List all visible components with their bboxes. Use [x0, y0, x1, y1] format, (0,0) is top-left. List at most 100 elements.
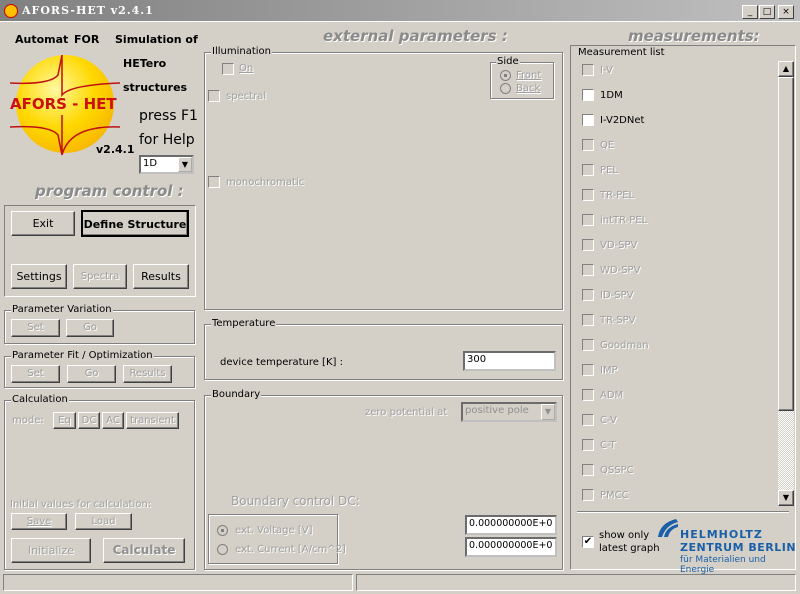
boundary-label: Boundary	[211, 389, 262, 400]
measurement-checkbox[interactable]	[582, 414, 594, 426]
back-label: Back	[516, 83, 541, 94]
settings-button[interactable]: Settings	[11, 264, 67, 289]
scroll-up-icon[interactable]: ▲	[778, 61, 794, 77]
help-text-2: for Help	[139, 132, 195, 148]
device-temperature-input[interactable]: 300	[463, 351, 556, 371]
measurement-checkbox[interactable]	[582, 364, 594, 376]
window-title: AFORS-HET v2.4.1	[22, 4, 154, 17]
measurement-label: I-V	[600, 65, 613, 76]
ext-current-input[interactable]: 0.000000000E+0	[465, 537, 557, 557]
measurement-label: WD-SPV	[600, 265, 641, 276]
ext-voltage-radio[interactable]	[217, 525, 228, 536]
measurements-header: measurements:	[628, 27, 760, 45]
measurement-checkbox[interactable]	[582, 464, 594, 476]
ext-voltage-label: ext. Voltage [V]	[235, 525, 313, 536]
side-label: Side	[496, 56, 520, 67]
variation-set-button[interactable]: Set	[11, 319, 60, 337]
measurement-checkbox[interactable]	[582, 139, 594, 151]
tagline-simulation: Simulation of	[115, 33, 198, 46]
parameter-fit-label: Parameter Fit / Optimization	[11, 350, 154, 361]
scrollbar-thumb[interactable]	[778, 77, 794, 411]
illumination-on-checkbox[interactable]	[222, 63, 234, 75]
measurement-checkbox[interactable]	[582, 64, 594, 76]
measurement-label: IMP	[600, 365, 618, 376]
program-control-header: program control :	[35, 182, 184, 200]
exit-button[interactable]: Exit	[11, 211, 75, 236]
chevron-down-icon[interactable]: ▼	[178, 157, 192, 172]
back-radio[interactable]	[500, 83, 511, 94]
measurement-checkbox[interactable]	[582, 189, 594, 201]
save-button[interactable]: Save	[11, 513, 67, 530]
measurement-checkbox[interactable]	[582, 114, 594, 126]
measurement-checkbox[interactable]	[582, 164, 594, 176]
mode-transient-button[interactable]: transient	[126, 412, 179, 429]
measurement-list-label: Measurement list	[578, 47, 665, 58]
show-only-label: show only	[599, 530, 650, 541]
measurement-label: QE	[600, 140, 615, 151]
measurement-checkbox[interactable]	[582, 89, 594, 101]
measurement-checkbox[interactable]	[582, 239, 594, 251]
close-button[interactable]: ×	[778, 5, 794, 19]
measurement-label: TR-SPV	[600, 315, 636, 326]
dimension-value: 1D	[143, 158, 158, 169]
measurement-label: C-T	[600, 440, 616, 451]
monochromatic-checkbox[interactable]	[208, 176, 220, 188]
illumination-on-label: On	[239, 63, 254, 74]
calculate-button[interactable]: Calculate	[103, 538, 185, 563]
status-bar-left	[3, 574, 353, 591]
zero-potential-label: zero potential at	[365, 407, 448, 418]
tagline-for: FOR	[74, 33, 100, 46]
latest-graph-label: latest graph	[599, 543, 660, 554]
spectra-button[interactable]: Spectra	[73, 264, 127, 289]
measurement-checkbox[interactable]	[582, 264, 594, 276]
spectral-checkbox[interactable]	[208, 90, 220, 102]
show-only-latest-checkbox[interactable]: ✔	[582, 536, 594, 548]
measurement-label: C-V	[600, 415, 617, 426]
fit-go-button[interactable]: Go	[67, 365, 116, 383]
calculation-label: Calculation	[11, 394, 69, 405]
title-bar: AFORS-HET v2.4.1 _ □ ×	[0, 0, 800, 22]
mode-ac-button[interactable]: AC	[102, 412, 124, 429]
measurement-label: ADM	[600, 390, 624, 401]
hzb-name-2: ZENTRUM BERLIN	[680, 541, 797, 554]
app-icon	[4, 4, 18, 18]
initialize-button[interactable]: Initialize	[11, 538, 91, 563]
load-button[interactable]: Load	[75, 513, 132, 530]
measurement-checkbox[interactable]	[582, 389, 594, 401]
measurement-label: 1DM	[600, 90, 623, 101]
front-radio[interactable]	[500, 70, 511, 81]
help-text-1: press F1	[139, 108, 198, 124]
measurement-scrollbar[interactable]: ▲ ▼	[778, 61, 794, 506]
initial-values-label: Initial values for calculation:	[10, 499, 152, 510]
measurement-label: QSSPC	[600, 465, 634, 476]
measurement-checkbox[interactable]	[582, 214, 594, 226]
zero-potential-select[interactable]: positive pole ▼	[461, 402, 557, 422]
measurement-label: Goodman	[600, 340, 649, 351]
measurement-checkbox[interactable]	[582, 439, 594, 451]
measurement-checkbox[interactable]	[582, 314, 594, 326]
mode-label: mode:	[12, 415, 44, 426]
results-button[interactable]: Results	[133, 264, 189, 289]
hzb-name-1: HELMHOLTZ	[680, 528, 763, 541]
mode-eq-button[interactable]: Eq	[53, 412, 76, 429]
ext-current-radio[interactable]	[217, 544, 228, 555]
mode-dc-button[interactable]: DC	[78, 412, 100, 429]
ext-current-label: ext. Current [A/cm^2]	[235, 544, 346, 555]
variation-go-button[interactable]: Go	[66, 319, 114, 337]
measurement-checkbox[interactable]	[582, 489, 594, 501]
fit-set-button[interactable]: Set	[11, 365, 60, 383]
fit-results-button[interactable]: Results	[123, 365, 172, 383]
ext-voltage-input[interactable]: 0.000000000E+0	[465, 515, 557, 535]
maximize-button[interactable]: □	[759, 5, 775, 19]
scroll-down-icon[interactable]: ▼	[778, 490, 794, 506]
measurement-label: ID-SPV	[600, 290, 634, 301]
illumination-label: Illumination	[211, 46, 272, 57]
measurement-label: intTR-PEL	[600, 215, 648, 226]
minimize-button[interactable]: _	[742, 5, 758, 19]
measurement-checkbox[interactable]	[582, 289, 594, 301]
chevron-down-icon[interactable]: ▼	[541, 404, 555, 420]
dimension-select[interactable]: 1D ▼	[139, 155, 194, 174]
define-structure-button[interactable]: Define Structure	[81, 210, 189, 237]
measurement-checkbox[interactable]	[582, 339, 594, 351]
tagline-automat: Automat	[15, 33, 69, 46]
